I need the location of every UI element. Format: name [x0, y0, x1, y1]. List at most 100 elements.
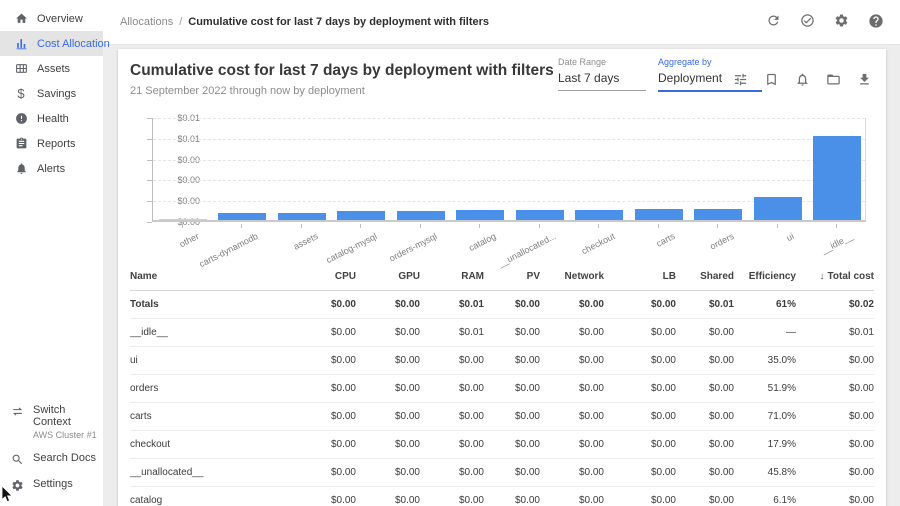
chart-bar-checkout[interactable]	[575, 210, 623, 220]
table-row-ui[interactable]: ui$0.00$0.00$0.00$0.00$0.00$0.00$0.0035.…	[130, 347, 874, 375]
chart-bar-carts-dynamodb[interactable]	[218, 213, 266, 220]
sidebar-item-savings[interactable]: $ Savings	[0, 81, 103, 106]
row-value: $0.01	[420, 327, 484, 338]
table-row-__idle__[interactable]: __idle__$0.00$0.00$0.01$0.00$0.00$0.00$0…	[130, 319, 874, 347]
save-report-button[interactable]	[764, 72, 779, 90]
bell-outline-icon	[795, 72, 810, 90]
column-header-gpu[interactable]: GPU	[356, 271, 420, 282]
row-value: $0.00	[540, 495, 604, 506]
open-reports-button[interactable]	[826, 72, 841, 90]
row-value: $0.00	[604, 467, 676, 478]
table-row-__unallocated__[interactable]: __unallocated__$0.00$0.00$0.00$0.00$0.00…	[130, 459, 874, 487]
row-name: __unallocated__	[130, 467, 292, 478]
row-value: $0.00	[356, 467, 420, 478]
x-axis-tick	[836, 224, 837, 228]
switch-context-button[interactable]: Switch Context AWS Cluster #1	[0, 398, 103, 446]
row-value: 61%	[734, 299, 796, 310]
chart-bar-__unallocated...[interactable]	[516, 210, 564, 220]
gridline	[153, 180, 865, 181]
search-docs-button[interactable]: Search Docs	[0, 446, 103, 472]
row-value: 51.9%	[734, 383, 796, 394]
current-cluster-label: AWS Cluster #1	[33, 430, 99, 440]
sidebar-item-alerts[interactable]: Alerts	[0, 156, 103, 181]
refresh-button[interactable]	[766, 13, 781, 31]
row-name: ui	[130, 355, 292, 366]
allocation-table: NameCPUGPURAMPVNetworkLBSharedEfficiency…	[130, 263, 874, 506]
column-header-shared[interactable]: Shared	[676, 271, 734, 282]
y-axis-tick	[147, 222, 152, 223]
row-value: $0.00	[796, 383, 874, 394]
chart-bar-assets[interactable]	[278, 213, 326, 220]
column-header-lb[interactable]: LB	[604, 271, 676, 282]
alerts-bell-button[interactable]	[795, 72, 810, 90]
sidebar-item-reports[interactable]: Reports	[0, 131, 103, 156]
chart-bar-carts[interactable]	[635, 209, 683, 220]
swap-arrows-icon	[10, 405, 24, 418]
chart-bar-other[interactable]	[159, 219, 207, 220]
row-value: 45.8%	[734, 467, 796, 478]
row-value: 6.1%	[734, 495, 796, 506]
diagnostics-button[interactable]	[800, 13, 815, 31]
column-header-network[interactable]: Network	[540, 271, 604, 282]
column-header-efficiency[interactable]: Efficiency	[734, 271, 796, 282]
settings-nav-button[interactable]: Settings	[0, 472, 103, 498]
column-header-cpu[interactable]: CPU	[292, 271, 356, 282]
chart-bar-catalog[interactable]	[456, 210, 504, 220]
table-row-catalog[interactable]: catalog$0.00$0.00$0.00$0.00$0.00$0.00$0.…	[130, 487, 874, 506]
edit-filters-button[interactable]	[733, 72, 748, 90]
row-value: $0.00	[540, 383, 604, 394]
row-value: $0.00	[796, 467, 874, 478]
breadcrumb-allocations-link[interactable]: Allocations	[120, 16, 173, 28]
check-circle-icon	[800, 13, 815, 31]
x-axis-label: checkout	[580, 231, 617, 256]
sidebar-item-label: Reports	[37, 138, 76, 150]
x-axis-tick	[301, 224, 302, 228]
row-value: $0.00	[796, 411, 874, 422]
report-toolbar	[733, 72, 872, 90]
column-header-name[interactable]: Name	[130, 271, 292, 282]
sidebar-item-overview[interactable]: Overview	[0, 6, 103, 31]
table-row-carts[interactable]: carts$0.00$0.00$0.00$0.00$0.00$0.00$0.00…	[130, 403, 874, 431]
x-axis-label: catalog-mysql	[325, 231, 379, 265]
sidebar-item-cost-allocation[interactable]: Cost Allocation	[0, 31, 103, 56]
settings-button[interactable]	[834, 13, 849, 31]
row-value: $0.00	[356, 299, 420, 310]
x-axis-tick	[182, 224, 183, 228]
x-axis-label: other	[177, 231, 200, 249]
help-icon	[868, 13, 884, 32]
date-range-select[interactable]: Date Range Last 7 days	[558, 57, 646, 91]
row-value: $0.00	[420, 495, 484, 506]
bookmark-icon	[764, 72, 779, 90]
breadcrumb-current-page: Cumulative cost for last 7 days by deplo…	[188, 16, 489, 28]
row-value: $0.00	[484, 411, 540, 422]
table-row-checkout[interactable]: checkout$0.00$0.00$0.00$0.00$0.00$0.00$0…	[130, 431, 874, 459]
breadcrumb-separator: /	[179, 16, 182, 28]
folder-icon	[826, 72, 841, 90]
sidebar-item-health[interactable]: Health	[0, 106, 103, 131]
chart-bar-ui[interactable]	[754, 197, 802, 220]
column-header-ram[interactable]: RAM	[420, 271, 484, 282]
column-header-total-cost[interactable]: ↓Total cost	[796, 271, 874, 282]
download-button[interactable]	[857, 72, 872, 90]
chart-bar-orders[interactable]	[694, 209, 742, 220]
refresh-icon	[766, 13, 781, 31]
chart-bar-orders-mysql[interactable]	[397, 211, 445, 220]
chart-bar-catalog-mysql[interactable]	[337, 211, 385, 220]
chart-bar-__idle__[interactable]	[813, 136, 861, 220]
x-axis-label: carts	[654, 231, 676, 249]
x-axis-label: catalog	[467, 231, 497, 253]
search-docs-label: Search Docs	[33, 452, 96, 464]
top-header: Allocations / Cumulative cost for last 7…	[103, 0, 900, 45]
row-value: $0.00	[420, 439, 484, 450]
sidebar: Overview Cost Allocation Assets $ Saving…	[0, 0, 103, 506]
table-row-Totals[interactable]: Totals$0.00$0.00$0.01$0.00$0.00$0.00$0.0…	[130, 291, 874, 319]
column-header-pv[interactable]: PV	[484, 271, 540, 282]
help-button[interactable]	[868, 13, 884, 32]
table-row-orders[interactable]: orders$0.00$0.00$0.00$0.00$0.00$0.00$0.0…	[130, 375, 874, 403]
x-axis-tick	[241, 224, 242, 228]
row-value: $0.00	[292, 383, 356, 394]
row-value: $0.00	[484, 355, 540, 366]
row-value: $0.00	[484, 467, 540, 478]
breadcrumb: Allocations / Cumulative cost for last 7…	[120, 16, 489, 28]
sidebar-item-assets[interactable]: Assets	[0, 56, 103, 81]
